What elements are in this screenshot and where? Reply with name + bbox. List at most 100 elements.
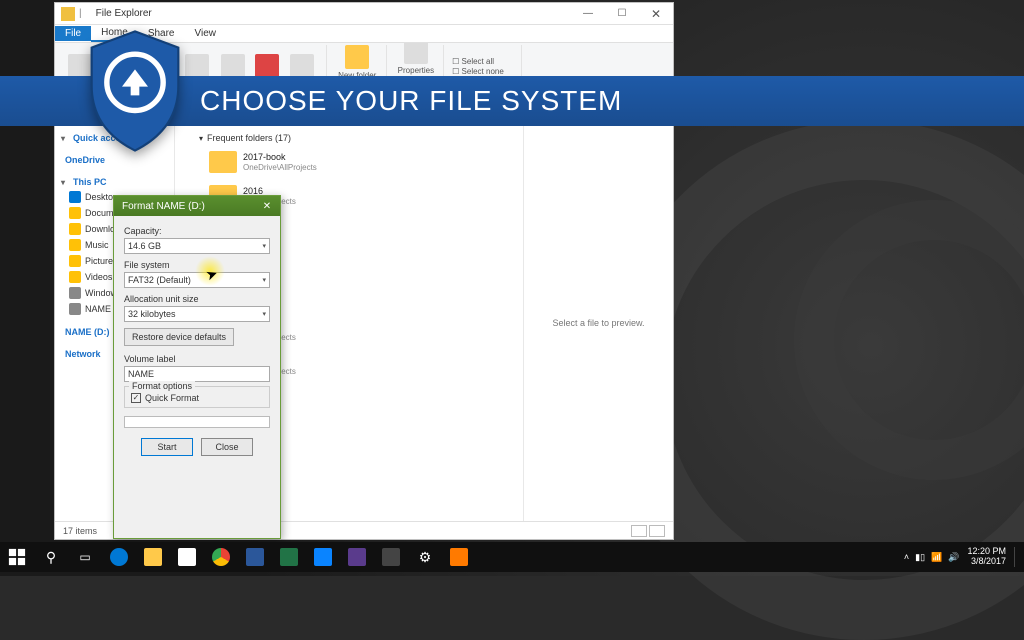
taskview-button[interactable]: ▭ — [68, 542, 102, 572]
taskbar-explorer[interactable] — [136, 542, 170, 572]
minimize-button[interactable]: — — [571, 3, 605, 25]
app-icon — [450, 548, 468, 566]
videos-icon — [69, 271, 81, 283]
selectall-button[interactable]: ☐ Select all — [452, 57, 515, 66]
list-item[interactable]: 2017-bookOneDrive\AllProjects — [181, 147, 517, 181]
taskbar: ⚲ ▭ ⚙ ˄ ▮▯ 📶 🔊 12:20 PM 3/8/2017 — [0, 542, 1024, 572]
properties-label: Properties — [398, 66, 434, 75]
music-icon — [69, 239, 81, 251]
pictures-icon — [69, 255, 81, 267]
quickformat-label: Quick Format — [145, 393, 199, 403]
format-options-group: Format options ✓Quick Format — [124, 386, 270, 408]
taskbar-app1[interactable] — [306, 542, 340, 572]
newfolder-icon — [345, 45, 369, 69]
allocation-label: Allocation unit size — [124, 294, 270, 304]
desktop-icon — [69, 191, 81, 203]
shield-icon — [80, 26, 190, 156]
view-details-button[interactable] — [631, 525, 647, 537]
chevron-down-icon: ▾ — [262, 276, 266, 284]
progress-bar — [124, 416, 270, 428]
app-icon — [348, 548, 366, 566]
rename-icon — [290, 54, 314, 78]
folder-icon — [61, 7, 75, 21]
item-count: 17 items — [63, 526, 97, 536]
close-button[interactable]: ✕ — [639, 3, 673, 25]
taskbar-settings[interactable]: ⚙ — [408, 542, 442, 572]
preview-pane: Select a file to preview. — [523, 125, 673, 521]
quick-access-toolbar: | — [55, 7, 88, 21]
delete-icon — [255, 54, 279, 78]
maximize-button[interactable]: ☐ — [605, 3, 639, 25]
folder-icon — [144, 548, 162, 566]
view-large-button[interactable] — [649, 525, 665, 537]
dialog-title: Format NAME (D:) — [122, 201, 205, 212]
quickformat-checkbox[interactable]: ✓ Quick Format — [131, 393, 263, 403]
newfolder-button[interactable]: New folder — [335, 44, 379, 81]
taskbar-app4[interactable] — [442, 542, 476, 572]
volumelabel-label: Volume label — [124, 354, 270, 364]
taskbar-clock[interactable]: 12:20 PM 3/8/2017 — [967, 547, 1006, 567]
volume-icon[interactable]: 🔊 — [948, 552, 959, 563]
properties-button[interactable]: Properties — [395, 43, 437, 76]
titlebar: | File Explorer — ☐ ✕ — [55, 3, 673, 25]
nav-videos-label: Videos — [85, 272, 112, 282]
taskbar-date: 3/8/2017 — [967, 557, 1006, 567]
properties-icon — [404, 43, 428, 64]
battery-icon[interactable]: ▮▯ — [915, 552, 925, 563]
volumelabel-value: NAME — [128, 369, 154, 379]
filesystem-value: FAT32 (Default) — [128, 275, 191, 285]
taskbar-app3[interactable] — [374, 542, 408, 572]
usb-icon — [69, 303, 81, 315]
show-desktop-button[interactable] — [1014, 547, 1018, 567]
search-button[interactable]: ⚲ — [34, 542, 68, 572]
taskbar-edge[interactable] — [102, 542, 136, 572]
restore-defaults-button[interactable]: Restore device defaults — [124, 328, 234, 346]
capacity-select[interactable]: 14.6 GB ▾ — [124, 238, 270, 254]
tab-view[interactable]: View — [185, 26, 227, 41]
selectall-label: Select all — [462, 57, 494, 66]
search-icon: ⚲ — [46, 549, 56, 566]
app-icon — [382, 548, 400, 566]
section-header[interactable]: ▾Frequent folders (17) — [181, 131, 517, 147]
taskbar-chrome[interactable] — [204, 542, 238, 572]
system-tray[interactable]: ˄ ▮▯ 📶 🔊 — [904, 552, 960, 563]
capacity-label: Capacity: — [124, 226, 270, 236]
app-icon — [314, 548, 332, 566]
close-button[interactable]: Close — [201, 438, 253, 456]
item-path: OneDrive\AllProjects — [243, 163, 317, 173]
nav-thispc[interactable]: ▾This PC — [57, 173, 172, 189]
start-button[interactable]: Start — [141, 438, 193, 456]
selectnone-button[interactable]: ☐ Select none — [452, 67, 515, 76]
capacity-value: 14.6 GB — [128, 241, 161, 251]
overlay-banner: CHOOSE YOUR FILE SYSTEM — [0, 76, 1024, 126]
allocation-select[interactable]: 32 kilobytes ▾ — [124, 306, 270, 322]
dialog-titlebar: Format NAME (D:) ✕ — [114, 196, 280, 216]
wifi-icon[interactable]: 📶 — [931, 552, 942, 563]
folder-icon — [209, 151, 237, 173]
dialog-close-button[interactable]: ✕ — [258, 201, 276, 212]
tray-chevron-icon[interactable]: ˄ — [904, 552, 909, 562]
filesystem-label: File system — [124, 260, 270, 270]
window-title: File Explorer — [88, 8, 571, 19]
nav-thispc-label: This PC — [73, 177, 107, 187]
taskbar-excel[interactable] — [272, 542, 306, 572]
format-dialog: Format NAME (D:) ✕ Capacity: 14.6 GB ▾ Fi… — [113, 195, 281, 539]
start-button[interactable] — [0, 542, 34, 572]
taskbar-app2[interactable] — [340, 542, 374, 572]
chevron-down-icon: ▾ — [262, 242, 266, 250]
volume-label-input[interactable]: NAME — [124, 366, 270, 382]
nav-music-label: Music — [85, 240, 109, 250]
downloads-icon — [69, 223, 81, 235]
taskbar-word[interactable] — [238, 542, 272, 572]
word-icon — [246, 548, 264, 566]
checkbox-icon: ✓ — [131, 393, 141, 403]
selectnone-label: Select none — [462, 67, 504, 76]
taskview-icon: ▭ — [79, 550, 90, 564]
allocation-value: 32 kilobytes — [128, 309, 176, 319]
store-icon — [178, 548, 196, 566]
taskbar-store[interactable] — [170, 542, 204, 572]
chrome-icon — [212, 548, 230, 566]
filesystem-select[interactable]: FAT32 (Default) ▾ — [124, 272, 270, 288]
chevron-down-icon: ▾ — [262, 310, 266, 318]
section-label: Frequent folders (17) — [207, 133, 291, 143]
